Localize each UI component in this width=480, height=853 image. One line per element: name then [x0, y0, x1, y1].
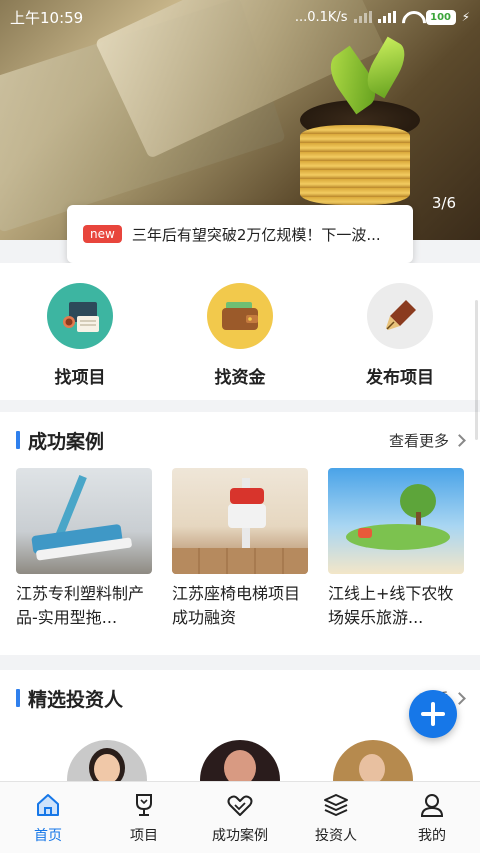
scroll-indicator — [475, 300, 478, 440]
news-text[interactable]: 三年后有望突破2万亿规模！下一波... — [132, 224, 397, 245]
case-caption: 江苏座椅电梯项目成功融资 — [172, 584, 301, 627]
handshake-icon — [227, 795, 253, 816]
section-header: 精选投资人 查看 — [0, 670, 480, 726]
chevron-right-icon — [453, 691, 466, 705]
section-title: 成功案例 — [16, 427, 104, 454]
case-list: 江苏专利塑料制产品-实用型拖... 江苏座椅电梯项目成功融资 江线上+线下农牧场… — [0, 468, 480, 630]
tab-label: 成功案例 — [212, 827, 268, 844]
chevron-right-icon — [453, 433, 466, 447]
find-funds-button[interactable]: 找资金 — [180, 283, 300, 400]
signal-icon — [353, 11, 372, 23]
battery-icon: 100 — [425, 9, 456, 25]
hero-banner[interactable] — [0, 0, 480, 240]
new-badge: new — [83, 225, 122, 243]
view-more-cases-link[interactable]: 查看更多 — [388, 430, 466, 451]
title-accent-bar — [16, 689, 20, 707]
tab-projects[interactable]: 项目 — [96, 791, 192, 845]
tab-investors[interactable]: 投资人 — [288, 791, 384, 845]
coin-stack-image — [300, 125, 410, 205]
layers-icon — [324, 793, 348, 816]
user-icon — [420, 793, 444, 817]
investors-section: 精选投资人 查看 — [0, 670, 480, 820]
news-ticker[interactable]: new 三年后有望突破2万亿规模！下一波... — [67, 205, 413, 263]
signal-icon — [377, 11, 396, 23]
stair-lift-image — [172, 468, 308, 574]
tab-me[interactable]: 我的 — [384, 791, 480, 845]
case-caption: 江线上+线下农牧场娱乐旅游... — [328, 584, 454, 627]
charging-icon: ⚡ — [461, 10, 470, 24]
tab-label: 项目 — [130, 827, 158, 844]
add-fab-button[interactable] — [409, 690, 457, 738]
mop-product-image — [16, 468, 152, 574]
publish-project-button[interactable]: 发布项目 — [340, 283, 460, 400]
wallet-icon — [207, 283, 273, 349]
quick-actions: 找项目 找资金 发布项目 — [0, 263, 480, 400]
farm-image — [328, 468, 464, 574]
success-cases-title: 成功案例 — [28, 430, 105, 453]
investors-title: 精选投资人 — [28, 688, 124, 711]
find-project-button[interactable]: 找项目 — [20, 283, 140, 400]
case-caption: 江苏专利塑料制产品-实用型拖... — [16, 584, 145, 627]
find-funds-label: 找资金 — [214, 368, 266, 388]
section-title: 精选投资人 — [16, 685, 123, 712]
home-icon — [37, 793, 59, 816]
project-icon — [47, 283, 113, 349]
case-card[interactable]: 江苏座椅电梯项目成功融资 — [172, 468, 308, 630]
status-icons: ...0.1K/s 100 ⚡ — [294, 9, 470, 25]
network-speed: ...0.1K/s — [294, 9, 348, 25]
cup-icon — [136, 793, 152, 816]
pen-icon — [367, 283, 433, 349]
tab-home[interactable]: 首页 — [0, 791, 96, 845]
success-cases-section: 成功案例 查看更多 江苏专利塑料制产品-实用型拖... 江苏座椅电梯项目成功融资 — [0, 412, 480, 655]
wifi-icon — [402, 11, 420, 24]
tab-label: 首页 — [34, 827, 62, 844]
status-time: 上午10:59 — [10, 8, 84, 27]
section-header: 成功案例 查看更多 — [0, 412, 480, 468]
view-more-label: 查看更多 — [388, 431, 449, 450]
tab-label: 投资人 — [315, 827, 357, 844]
case-card[interactable]: 江线上+线下农牧场娱乐旅游... — [328, 468, 464, 630]
bottom-tab-bar: 首页 项目 成功案例 投资人 我的 — [0, 781, 480, 853]
tab-success-cases[interactable]: 成功案例 — [192, 791, 288, 845]
publish-project-label: 发布项目 — [366, 368, 434, 388]
find-project-label: 找项目 — [54, 368, 106, 388]
tab-label: 我的 — [418, 827, 446, 844]
case-card[interactable]: 江苏专利塑料制产品-实用型拖... — [16, 468, 152, 630]
status-bar: 上午10:59 ...0.1K/s 100 ⚡ — [0, 0, 480, 34]
banner-counter: 3/6 — [431, 194, 456, 212]
title-accent-bar — [16, 431, 20, 449]
